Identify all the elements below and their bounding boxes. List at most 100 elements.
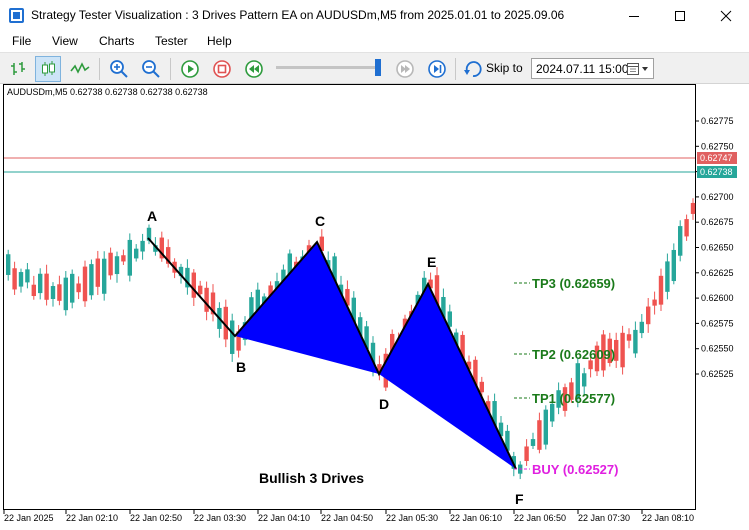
pattern-point-d: D (379, 396, 389, 412)
speed-slider-track[interactable] (276, 66, 380, 69)
price-tick-label: 0.62625 (701, 268, 734, 278)
bullish-candle (671, 249, 676, 282)
time-tick-label: 22 Jan 04:10 (258, 513, 310, 523)
play-icon (181, 60, 199, 78)
title-bar: Strategy Tester Visualization : 3 Drives… (0, 0, 749, 31)
time-tick-label: 22 Jan 08:10 (642, 513, 694, 523)
maximize-button[interactable] (657, 0, 703, 31)
time-tick-label: 22 Jan 06:50 (514, 513, 566, 523)
menu-file[interactable]: File (12, 34, 31, 48)
bearish-candle (76, 283, 81, 293)
stop-button[interactable] (209, 56, 235, 82)
menu-view[interactable]: View (52, 34, 78, 48)
toolbar-separator (455, 58, 456, 80)
rewind-button[interactable] (241, 56, 267, 82)
skip-to-label: Skip to (486, 61, 523, 75)
candlestick-button[interactable] (35, 56, 61, 82)
menu-charts[interactable]: Charts (99, 34, 134, 48)
buy-label: BUY (0.62527) (532, 462, 618, 477)
chart-panel[interactable]: 0.627750.627500.627250.627000.626750.626… (0, 84, 749, 530)
minimize-button[interactable] (611, 0, 657, 31)
tp3-label: TP3 (0.62659) (532, 276, 615, 291)
symbol-info: AUDUSDm,M5 0.62738 0.62738 0.62738 0.627… (7, 87, 208, 97)
bearish-candle (198, 285, 203, 295)
skip-forward-button[interactable] (424, 56, 450, 82)
bullish-candle (63, 277, 68, 311)
bullish-candle (134, 248, 139, 259)
time-tick-label: 22 Jan 07:30 (578, 513, 630, 523)
price-tick-label: 0.62550 (701, 344, 734, 354)
speed-slider-thumb[interactable] (375, 59, 381, 76)
bearish-candle (82, 266, 88, 302)
skip-to-button[interactable] (460, 56, 486, 82)
zoom-out-button[interactable] (138, 56, 164, 82)
bullish-candle (50, 286, 56, 300)
price-tick-label: 0.62575 (701, 318, 734, 328)
line-chart-button[interactable] (67, 56, 93, 82)
bar-chart-icon (11, 62, 25, 75)
bullish-candle (25, 269, 30, 283)
bullish-candle (678, 226, 683, 256)
bullish-candle (665, 261, 670, 292)
price-tick-label: 0.62775 (701, 116, 734, 126)
bullish-candle (114, 256, 120, 275)
tp1-label: TP1 (0.62577) (532, 391, 615, 406)
toolbar-separator (99, 58, 100, 80)
pattern-point-e: E (427, 254, 436, 270)
pattern-title: Bullish 3 Drives (259, 470, 364, 486)
bullish-candle (18, 272, 24, 287)
bullish-candle (140, 240, 145, 252)
calendar-dropdown-icon[interactable] (627, 62, 651, 76)
pattern-point-c: C (315, 213, 325, 229)
bearish-candle (12, 268, 17, 290)
time-tick-label: 22 Jan 2025 (4, 513, 54, 523)
skip-forward-icon (428, 60, 446, 78)
bar-chart-button[interactable] (5, 56, 31, 82)
menu-bar: File View Charts Tester Help (0, 31, 749, 52)
bearish-candle (684, 219, 689, 237)
close-button[interactable] (703, 0, 749, 31)
price-tick-label: 0.62600 (701, 293, 734, 303)
bearish-candle (690, 202, 696, 214)
toolbar-separator (170, 58, 171, 80)
time-tick-label: 22 Jan 06:10 (450, 513, 502, 523)
price-tick-label: 0.62750 (701, 141, 734, 151)
bearish-candle (537, 420, 542, 450)
bearish-candle (646, 306, 651, 325)
bearish-candle (626, 334, 632, 341)
line-chart-icon (70, 62, 90, 74)
bearish-candle (108, 252, 113, 276)
bullish-candle (6, 254, 11, 275)
bearish-candle (121, 255, 126, 262)
bearish-candle (95, 258, 100, 287)
zoom-out-icon (142, 60, 160, 78)
app-icon (9, 8, 24, 23)
tp2-label: TP2 (0.62609) (532, 347, 615, 362)
step-forward-icon (396, 60, 414, 78)
price-tick-label: 0.62525 (701, 369, 734, 379)
skip-date-field[interactable]: 2024.07.11 15:00 (531, 58, 654, 79)
zoom-in-button[interactable] (106, 56, 132, 82)
stop-icon (213, 60, 231, 78)
step-forward-button[interactable] (392, 56, 418, 82)
pattern-point-b: B (236, 359, 246, 375)
price-tick-label: 0.62675 (701, 217, 734, 227)
price-tick-label: 0.62700 (701, 192, 734, 202)
ask-price-label: 0.62747 (700, 153, 733, 163)
play-button[interactable] (177, 56, 203, 82)
bearish-candle (57, 284, 62, 301)
bullish-candle (230, 320, 235, 354)
candlestick-icon (42, 61, 55, 76)
bearish-candle (652, 299, 657, 306)
pattern-point-f: F (515, 491, 524, 507)
maximize-icon (675, 10, 685, 21)
menu-tester[interactable]: Tester (155, 34, 188, 48)
menu-help[interactable]: Help (207, 34, 232, 48)
price-chart[interactable]: 0.627750.627500.627250.627000.626750.626… (0, 84, 749, 530)
bearish-candle (658, 275, 664, 305)
bearish-candle (204, 287, 209, 312)
bullish-candle (582, 373, 587, 387)
zoom-in-icon (110, 60, 128, 78)
bullish-candle (89, 264, 94, 296)
bearish-candle (44, 273, 49, 300)
